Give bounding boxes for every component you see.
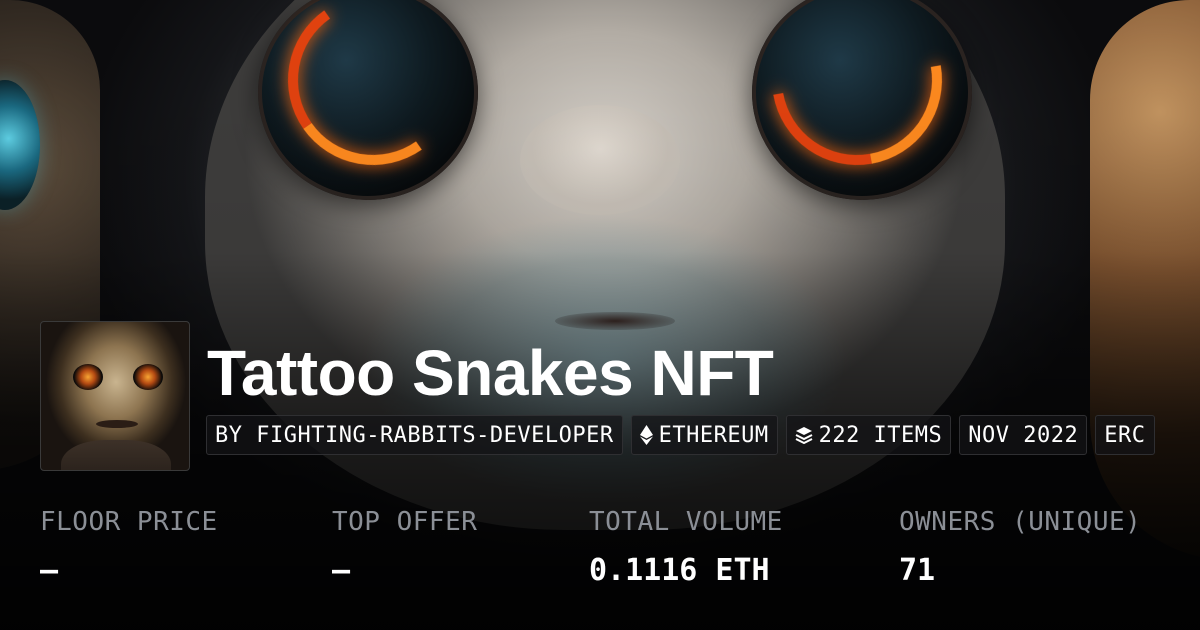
ethereum-icon [639,425,653,445]
stat-floor-price-label: FLOOR PRICE [40,507,218,537]
stat-owners-label: OWNERS (UNIQUE) [899,507,1142,537]
stat-total-volume: TOTAL VOLUME 0.1116 ETH [589,505,783,589]
collection-banner: Tattoo Snakes NFT BY FIGHTING-RABBITS-DE… [0,0,1200,630]
token-standard-chip: ERC [1095,415,1155,455]
stat-owners: OWNERS (UNIQUE) 71 [899,505,1141,589]
collection-meta-chips: BY FIGHTING-RABBITS-DEVELOPER ETHEREUM 2… [206,415,1200,455]
stat-top-offer-value: – [332,553,351,588]
avatar-mouth [96,420,138,428]
stat-floor-price-value: – [40,553,59,588]
chain-chip[interactable]: ETHEREUM [630,415,778,455]
stat-top-offer: TOP OFFER – [332,505,477,589]
stat-total-volume-label: TOTAL VOLUME [589,507,783,537]
created-date-chip: NOV 2022 [959,415,1088,455]
avatar-body [61,440,171,470]
collection-stats: FLOOR PRICE – TOP OFFER – TOTAL VOLUME 0… [40,505,1200,605]
created-date-label: NOV 2022 [968,422,1079,448]
stat-owners-value: 71 [899,553,936,588]
creator-chip[interactable]: BY FIGHTING-RABBITS-DEVELOPER [206,415,623,455]
token-standard-label: ERC [1104,422,1146,448]
stat-total-volume-value: 0.1116 ETH [589,553,770,588]
avatar-eye-right [133,364,163,390]
stat-floor-price: FLOOR PRICE – [40,505,218,589]
creator-chip-label: BY FIGHTING-RABBITS-DEVELOPER [215,422,614,448]
stat-top-offer-label: TOP OFFER [332,507,478,537]
avatar-eye-left [73,364,103,390]
items-chip-label: 222 ITEMS [818,422,943,448]
collection-title: Tattoo Snakes NFT [207,337,774,409]
items-chip[interactable]: 222 ITEMS [785,415,952,455]
chain-chip-label: ETHEREUM [658,422,769,448]
layers-icon [795,426,813,444]
collection-avatar[interactable] [40,321,190,471]
